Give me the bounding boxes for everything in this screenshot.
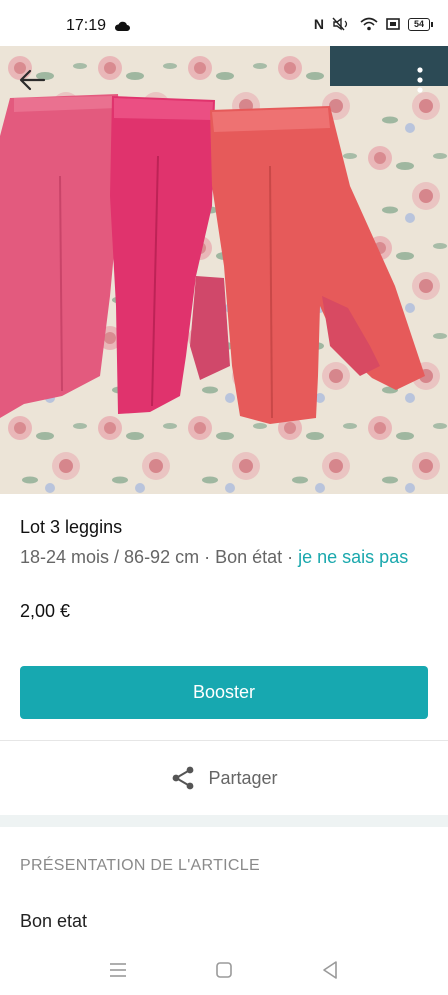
boost-button-label: Booster [192,682,256,702]
wifi-icon [360,17,378,31]
back-icon[interactable] [318,958,342,982]
screen-icon [386,18,400,30]
battery-level: 54 [413,18,424,29]
home-icon[interactable] [212,958,236,982]
item-size: 18-24 mois / 86-92 cm [20,547,200,567]
nfc-icon: N [313,16,324,32]
mute-icon [332,17,348,31]
item-details: 18-24 mois / 86-92 cm · Bon état · je ne… [20,543,420,571]
separator: · [282,547,299,567]
battery-icon: 54 [408,17,433,31]
more-options-icon[interactable] [412,64,428,96]
product-photo[interactable] [0,46,448,494]
share-label: Partager [208,767,278,788]
share-button[interactable]: Partager [0,741,448,815]
status-time: 17:19 [66,17,107,34]
brand-link[interactable]: je ne sais pas [298,547,408,567]
item-description: Bon etat [20,911,88,931]
system-nav-bar [0,944,448,995]
status-icons: N 54 [313,16,433,32]
back-arrow-icon[interactable] [16,66,48,94]
item-title: Lot 3 leggins [20,517,123,537]
status-bar: 17:19 N 54 [0,0,448,46]
separator: · [199,547,216,567]
cloud-icon [114,21,130,31]
item-price: 2,00 € [20,601,71,621]
section-header: PRÉSENTATION DE L'ARTICLE [20,857,260,874]
item-condition: Bon état [215,547,283,567]
boost-button[interactable]: Booster [20,666,428,719]
section-separator [0,815,448,827]
photo-image [0,46,448,494]
share-icon [173,766,194,790]
menu-icon[interactable] [106,958,130,982]
